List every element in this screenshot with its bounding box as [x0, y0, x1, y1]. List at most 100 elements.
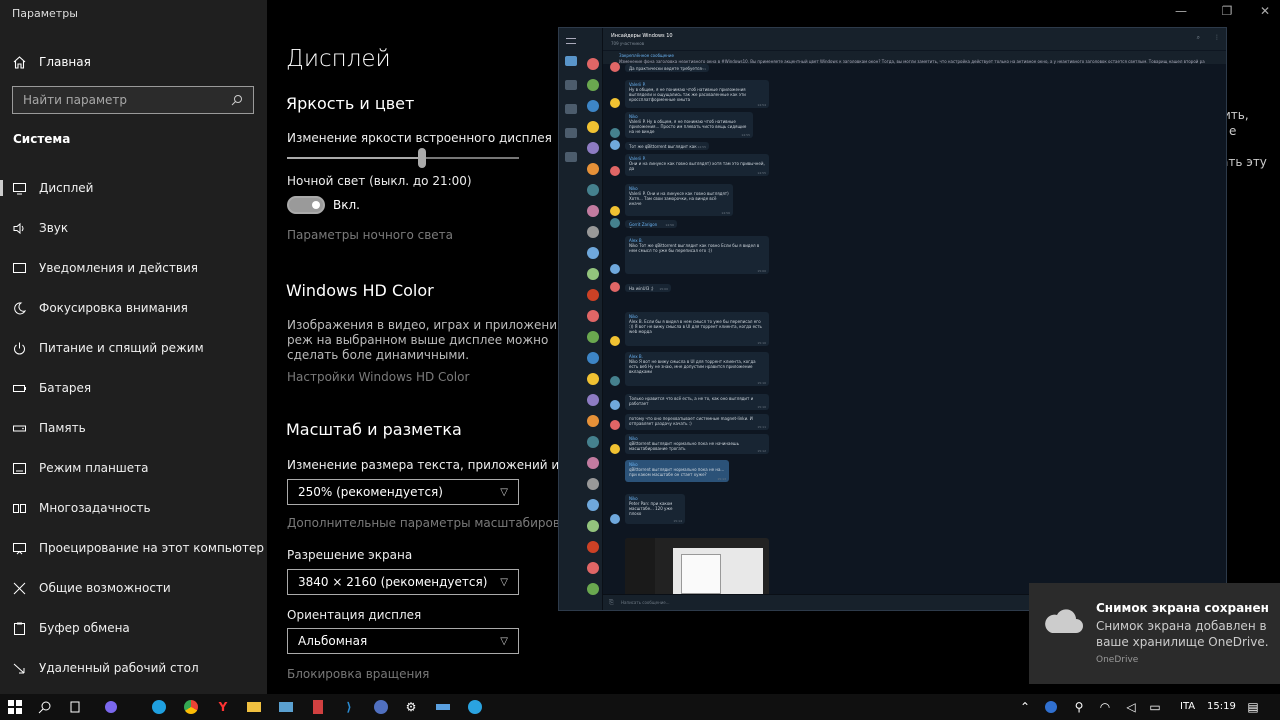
folder-icon[interactable]	[565, 152, 577, 162]
message-bubble[interactable]: Niko qBittorrent выглядит нормально пока …	[625, 460, 729, 482]
brightness-slider-thumb[interactable]	[417, 148, 426, 168]
message-avatar[interactable]	[610, 218, 620, 228]
chat-list-avatar[interactable]	[587, 121, 599, 133]
message-bubble[interactable]: Тот же qBittorrent выглядит как говно14:…	[625, 142, 709, 150]
chat-list-avatar[interactable]	[587, 562, 599, 574]
chat-list-avatar[interactable]	[587, 415, 599, 427]
message-bubble[interactable]: потому что оно перехватывает системные m…	[625, 414, 769, 430]
chevron-up-icon[interactable]: ⌃	[1016, 698, 1034, 716]
settings-icon[interactable]: ⚙	[402, 698, 420, 716]
message-avatar[interactable]	[610, 166, 620, 176]
location-icon[interactable]: ⚲	[1070, 698, 1088, 716]
more-icon[interactable]: ⋮	[1214, 34, 1220, 41]
message-avatar[interactable]	[610, 444, 620, 454]
cortana-icon[interactable]	[102, 698, 120, 716]
home-nav-item[interactable]: Главная	[12, 52, 91, 72]
message-avatar[interactable]	[610, 282, 620, 292]
message-bubble[interactable]: Да практически ведете требуется 14:51	[625, 64, 709, 72]
chat-list-avatar[interactable]	[587, 310, 599, 322]
message-avatar[interactable]	[610, 376, 620, 386]
chat-list-avatar[interactable]	[587, 247, 599, 259]
folder-icon[interactable]	[565, 128, 577, 138]
message-avatar[interactable]	[610, 98, 620, 108]
start-icon[interactable]	[6, 698, 24, 716]
toast-notification[interactable]: Снимок экрана сохранен Снимок экрана доб…	[1029, 583, 1280, 684]
chat-list-avatar[interactable]	[587, 163, 599, 175]
chat-list-avatar[interactable]	[587, 478, 599, 490]
chat-list-avatar[interactable]	[587, 100, 599, 112]
night-light-toggle[interactable]	[287, 196, 325, 214]
settings-search[interactable]	[12, 86, 254, 114]
message-bubble[interactable]: Niko qBittorrent выглядит нормально пока …	[625, 434, 769, 454]
resolution-dropdown[interactable]: 3840 × 2160 (рекомендуется) ▽	[287, 569, 519, 595]
search-icon[interactable]: ⌕	[1197, 34, 1200, 42]
message-avatar[interactable]	[610, 264, 620, 274]
chat-list-avatar[interactable]	[587, 184, 599, 196]
brightness-slider[interactable]	[287, 148, 519, 168]
nav-item-notifications[interactable]: Уведомления и действия	[0, 248, 267, 288]
message-bubble[interactable]: Niko Peter Pan: при каком масштабе... 120…	[625, 494, 685, 524]
search-icon[interactable]	[231, 91, 243, 110]
nav-item-display[interactable]: Дисплей	[0, 168, 267, 208]
display-tray-icon[interactable]: ▭	[1146, 698, 1164, 716]
message-avatar[interactable]	[610, 206, 620, 216]
nav-item-power[interactable]: Питание и спящий режим	[0, 328, 267, 368]
close-button[interactable]: ✕	[1250, 4, 1280, 24]
advanced-scaling-link[interactable]: Дополнительные параметры масштабирования	[287, 516, 590, 530]
message-avatar[interactable]	[610, 336, 620, 346]
nav-item-focus-assist[interactable]: Фокусировка внимания	[0, 288, 267, 328]
message-bubble[interactable]: Gorrit ZarigonОн уже и есть...14:56	[625, 220, 677, 228]
hdr-settings-link[interactable]: Настройки Windows HD Color	[287, 370, 469, 384]
message-bubble[interactable]: Alex B. Niko Я вот не вижу смысла в UI дл…	[625, 352, 769, 386]
search-input[interactable]	[23, 93, 231, 107]
search-icon[interactable]	[36, 698, 54, 716]
orientation-dropdown[interactable]: Альбомная ▽	[287, 628, 519, 654]
maximize-button[interactable]: ❐	[1204, 4, 1250, 24]
message-bubble[interactable]: Alex B. Niko Тот же qBittorrent выглядит …	[625, 236, 769, 274]
pinned-message[interactable]: Закреплённое сообщение Изменение фона за…	[603, 50, 1226, 64]
nav-item-battery[interactable]: Батарея	[0, 368, 267, 408]
nav-item-projecting[interactable]: Проецирование на этот компьютер	[0, 528, 267, 568]
scale-dropdown[interactable]: 250% (рекомендуется) ▽	[287, 479, 519, 505]
chat-list-avatar[interactable]	[587, 541, 599, 553]
nav-item-shared-experiences[interactable]: Общие возможности	[0, 568, 267, 608]
folder-icon[interactable]	[565, 104, 577, 114]
chat-list-avatar[interactable]	[587, 142, 599, 154]
message-bubble[interactable]: Только нравится что всё есть, а не то, к…	[625, 394, 769, 410]
task-view-icon[interactable]	[66, 698, 84, 716]
app-tray-icon[interactable]	[1042, 698, 1060, 716]
chat-list-avatar[interactable]	[587, 457, 599, 469]
nav-item-storage[interactable]: Память	[0, 408, 267, 448]
message-bubble[interactable]: Valerii P. Они и на линуксе как говно выг…	[625, 154, 769, 176]
message-avatar[interactable]	[610, 420, 620, 430]
chat-list-avatar[interactable]	[587, 352, 599, 364]
nav-item-remote-desktop[interactable]: Удаленный рабочий стол	[0, 648, 267, 688]
app-icon[interactable]	[309, 698, 327, 716]
attach-icon[interactable]: ⎘	[609, 599, 614, 607]
nav-item-clipboard[interactable]: Буфер обмена	[0, 608, 267, 648]
language-indicator[interactable]: ITA	[1180, 701, 1195, 712]
message-bubble[interactable]: Niko Valerii P. Ну в общем, я не понимаю …	[625, 112, 753, 138]
app-icon[interactable]	[434, 698, 452, 716]
message-bubble[interactable]: Niko Alex B. Если бы я видел в нем смысл …	[625, 312, 769, 346]
chat-list-avatar[interactable]	[587, 499, 599, 511]
volume-icon[interactable]: ◁	[1122, 698, 1140, 716]
chat-list-avatar[interactable]	[587, 373, 599, 385]
message-bubble[interactable]: Niko Valerii P. Они и на линуксе как говн…	[625, 184, 733, 216]
message-bubble[interactable]: На winUI3 ;) 15:00	[625, 284, 671, 292]
message-avatar[interactable]	[610, 400, 620, 410]
folder-icon[interactable]	[565, 80, 577, 90]
chat-list-avatar[interactable]	[587, 226, 599, 238]
chat-list-avatar[interactable]	[587, 205, 599, 217]
chat-list-avatar[interactable]	[587, 268, 599, 280]
message-avatar[interactable]	[610, 128, 620, 138]
chat-list-avatar[interactable]	[587, 436, 599, 448]
minimize-button[interactable]: —	[1158, 4, 1204, 24]
chat-list-avatar[interactable]	[587, 331, 599, 343]
nav-item-sound[interactable]: Звук	[0, 208, 267, 248]
night-light-settings-link[interactable]: Параметры ночного света	[287, 228, 453, 242]
message-bubble[interactable]: Valerii P. Ну в общем, я не понимаю чтоб …	[625, 80, 769, 108]
message-avatar[interactable]	[610, 140, 620, 150]
telegram-icon[interactable]	[466, 698, 484, 716]
chat-list-avatar[interactable]	[587, 58, 599, 70]
